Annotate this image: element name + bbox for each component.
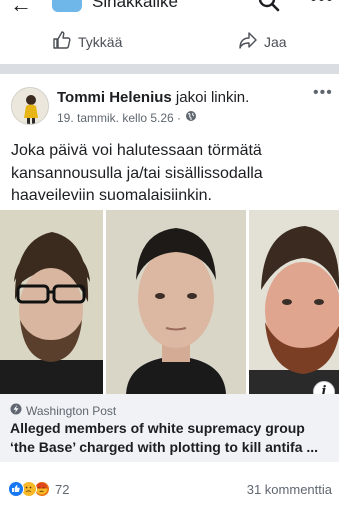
back-arrow-icon[interactable]: ← <box>10 0 32 16</box>
feed-separator <box>0 64 339 74</box>
like-label: Tykkää <box>78 33 123 50</box>
author-line: Tommi Helenius jakoi linkin. <box>57 89 249 106</box>
link-card[interactable]: Washington Post Alleged members of white… <box>0 394 339 462</box>
more-icon[interactable]: ••• <box>310 0 334 11</box>
link-source: Washington Post <box>10 403 116 418</box>
globe-icon <box>185 110 197 125</box>
mugshot-2 <box>106 210 246 394</box>
link-headline[interactable]: Alleged members of white supremacy group… <box>10 419 332 456</box>
mugshot-3 <box>249 210 339 394</box>
link-headline-line-1: Alleged members of white supremacy group <box>10 420 305 436</box>
app-title: Sinakkalike <box>92 0 178 11</box>
post-action-bar: Tykkää Jaa <box>0 22 339 62</box>
like-button[interactable]: Tykkää <box>52 30 122 53</box>
post-footer: 72 31 kommenttia <box>0 470 339 506</box>
post-text: Joka päivä voi halutessaan törmätä kansa… <box>11 142 263 204</box>
link-preview-image[interactable] <box>0 210 339 394</box>
share-label: Jaa <box>264 33 287 50</box>
post-action-verb: jakoi linkin. <box>175 89 250 106</box>
reaction-count: 72 <box>55 481 70 497</box>
reactions-summary[interactable]: 72 <box>8 481 69 497</box>
author-name[interactable]: Tommi Helenius <box>57 89 172 106</box>
like-reaction-icon <box>8 481 24 497</box>
link-headline-line-2: ‘the Base’ charged with plotting to kill… <box>10 438 319 455</box>
app-icon <box>52 0 82 12</box>
post-more-icon[interactable]: ••• <box>313 84 333 102</box>
bolt-icon <box>10 403 22 418</box>
post-header: Tommi Helenius jakoi linkin. 19. tammik.… <box>0 74 339 136</box>
comments-count[interactable]: 31 kommenttia <box>247 482 332 497</box>
mugshot-1 <box>0 210 103 394</box>
thumbs-up-icon <box>52 30 72 53</box>
link-source-name: Washington Post <box>26 403 117 418</box>
share-arrow-icon <box>238 30 258 53</box>
avatar[interactable] <box>11 87 49 125</box>
search-icon[interactable] <box>258 0 280 16</box>
share-button[interactable]: Jaa <box>238 30 287 53</box>
app-header: ← Sinakkalike ••• <box>0 0 339 16</box>
post-timestamp[interactable]: 19. tammik. kello 5.26 · <box>57 111 181 125</box>
post-meta: 19. tammik. kello 5.26 · <box>57 110 197 125</box>
